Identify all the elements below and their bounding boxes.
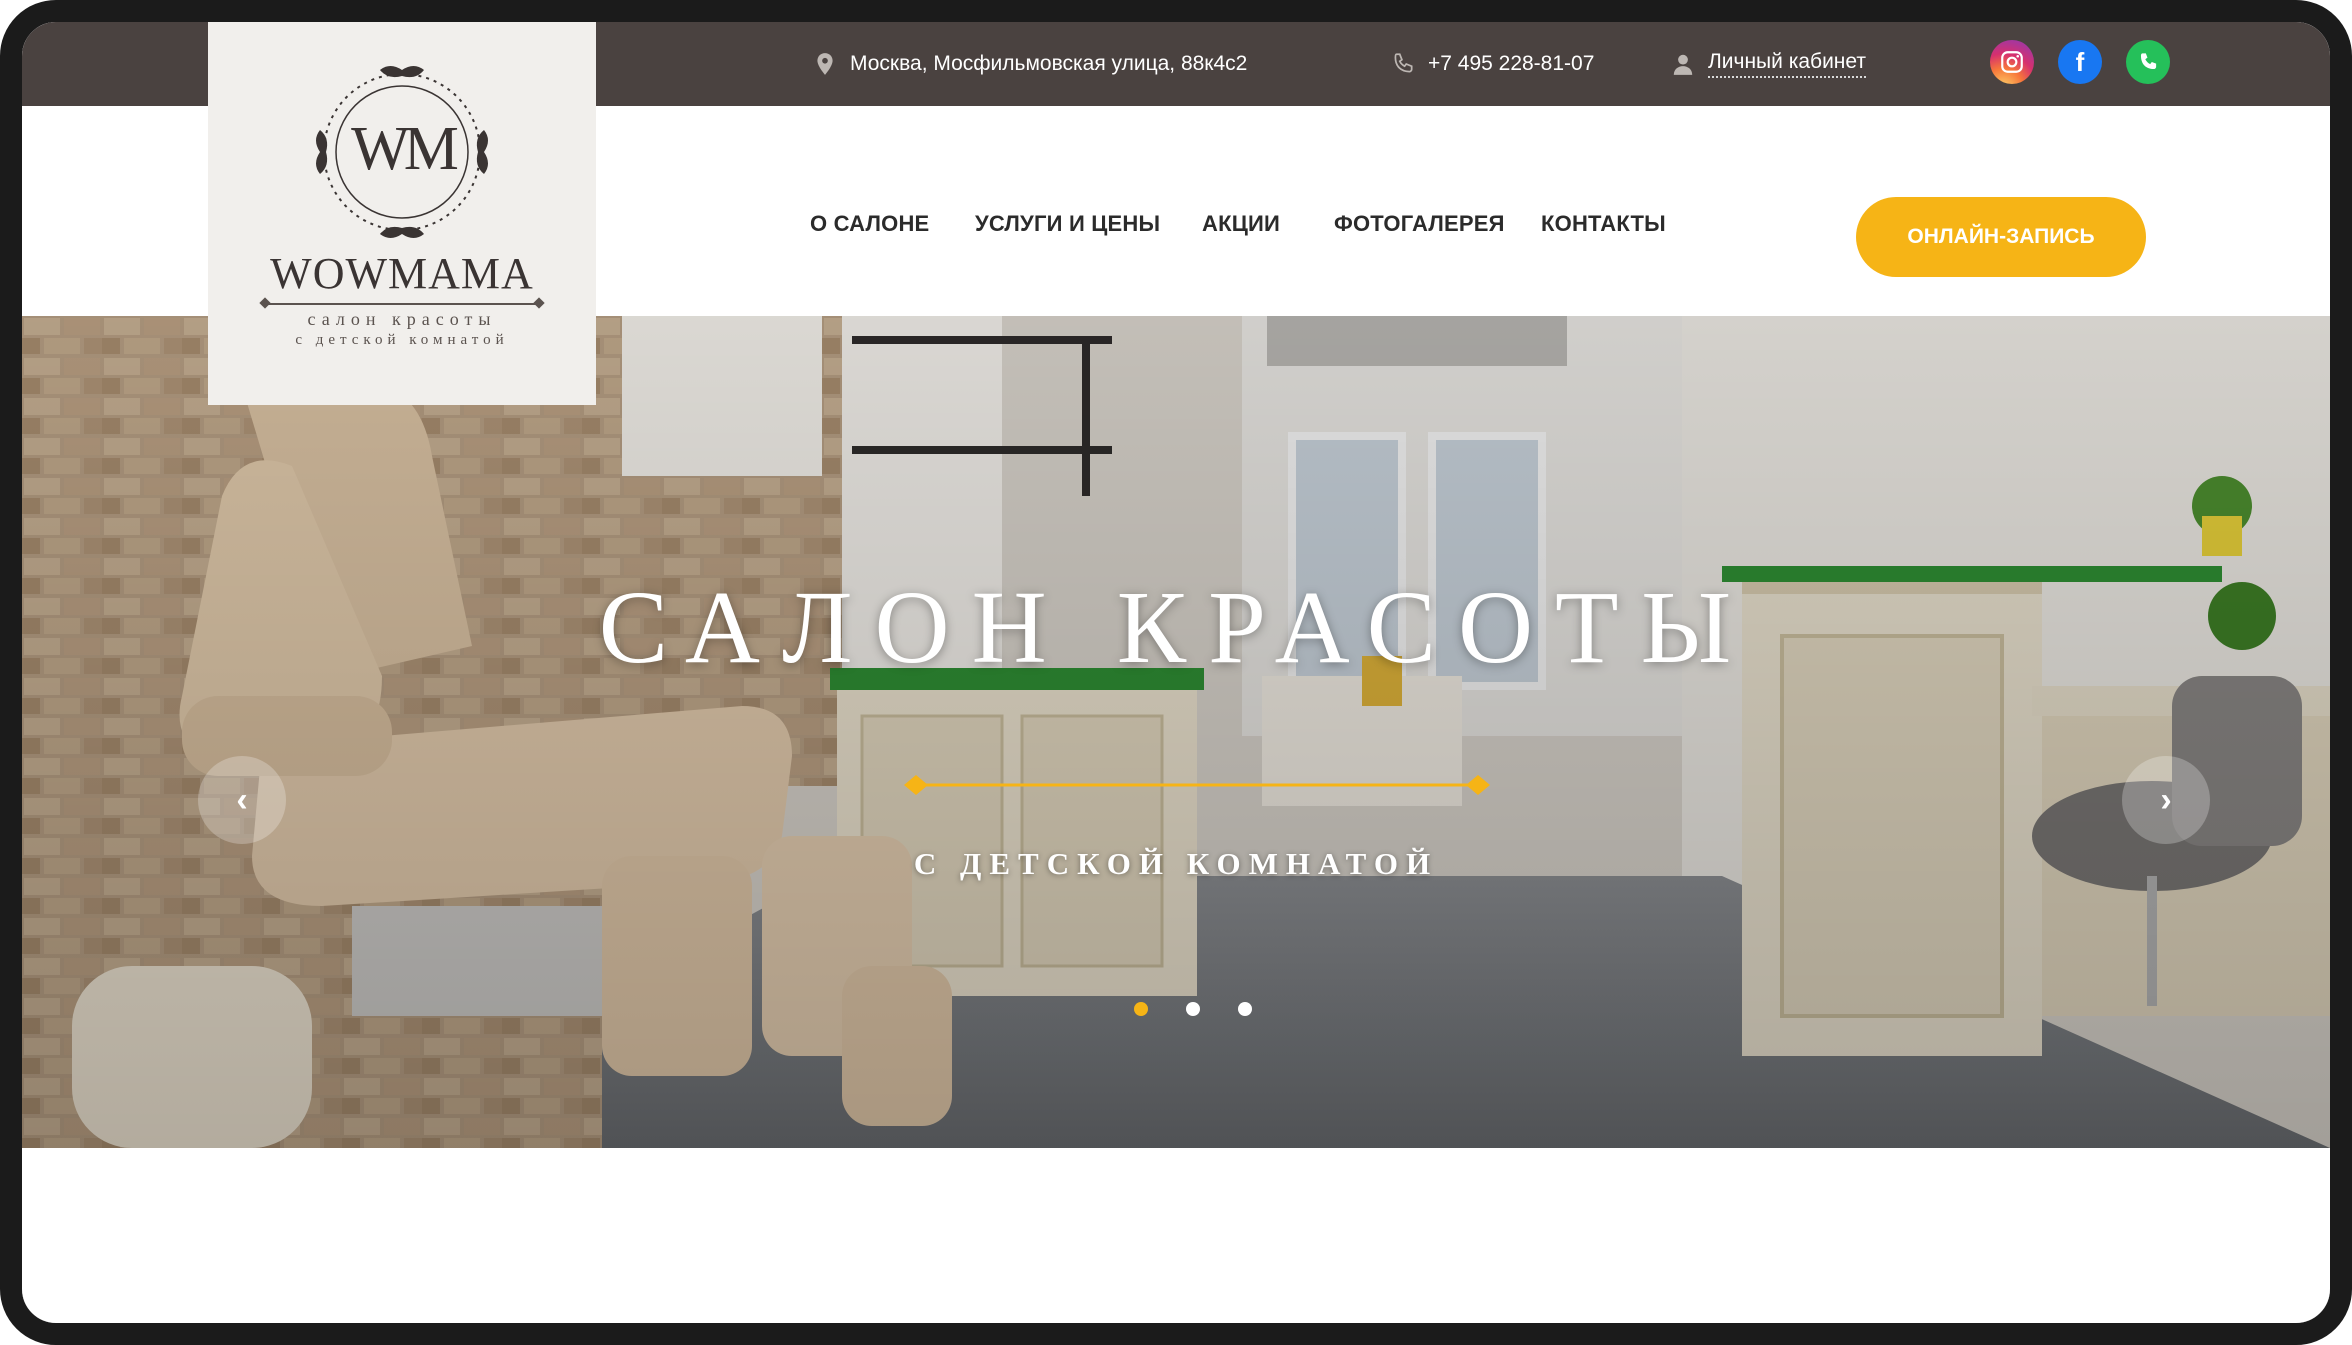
user-icon [1673, 54, 1693, 75]
online-booking-label: ОНЛАЙН-ЗАПИСЬ [1907, 225, 2095, 248]
phone-item[interactable]: +7 495 228-81-07 [1390, 22, 1594, 106]
chevron-right-icon: › [2160, 780, 2172, 819]
whatsapp-icon[interactable] [2126, 40, 2170, 84]
hero-photo [22, 316, 2330, 1148]
slider-dot-3[interactable] [1238, 1002, 1252, 1016]
hero-title: САЛОН КРАСОТЫ [598, 570, 1754, 685]
location-pin-icon [817, 53, 833, 75]
phone-text[interactable]: +7 495 228-81-07 [1428, 52, 1594, 76]
nav-item-promotions[interactable]: АКЦИИ [1202, 211, 1280, 237]
instagram-icon[interactable] [1990, 40, 2034, 84]
chevron-left-icon: ‹ [236, 780, 248, 819]
logo-monogram-emblem: WM [302, 52, 502, 252]
slider-dot-2[interactable] [1186, 1002, 1200, 1016]
address-item: Москва, Мосфильмовская улица, 88к4с2 [812, 22, 1247, 106]
ornament-divider [904, 775, 1490, 795]
logo-tagline-2: с детской комнатой [295, 332, 509, 348]
personal-cabinet-label[interactable]: Личный кабинет [1708, 50, 1866, 78]
whatsapp-glyph [2140, 53, 2157, 70]
logo-monogram: WM [351, 115, 459, 183]
nav-item-contacts[interactable]: КОНТАКТЫ [1541, 211, 1666, 237]
social-links: f [1990, 40, 2170, 84]
nav-item-about[interactable]: О САЛОНЕ [810, 211, 929, 237]
nav-item-gallery[interactable]: ФОТОГАЛЕРЕЯ [1334, 211, 1505, 237]
device-frame: Москва, Мосфильмовская улица, 88к4с2 +7 … [0, 0, 2352, 1345]
slider-next-button[interactable]: › [2122, 756, 2210, 844]
browser-viewport: Москва, Мосфильмовская улица, 88к4с2 +7 … [22, 22, 2330, 1323]
personal-cabinet-link[interactable]: Личный кабинет [1670, 22, 1866, 106]
phone-icon [1394, 53, 1413, 73]
facebook-icon[interactable]: f [2058, 40, 2102, 84]
online-booking-button[interactable]: ОНЛАЙН-ЗАПИСЬ [1856, 197, 2146, 277]
instagram-glyph [2001, 51, 2023, 73]
hero-subtitle: С ДЕТСКОЙ КОМНАТОЙ [913, 846, 1439, 881]
logo-tagline-1: салон красоты [307, 309, 497, 329]
logo-rule [267, 303, 537, 305]
facebook-glyph: f [2075, 46, 2085, 77]
logo-brand-name: WOWMAMA [270, 249, 534, 298]
hero-slider: САЛОН КРАСОТЫ С ДЕТСКОЙ КОМНАТОЙ ‹ › [22, 316, 2330, 1148]
slider-pagination [1134, 1002, 1252, 1016]
address-text: Москва, Мосфильмовская улица, 88к4с2 [850, 52, 1248, 75]
slider-dot-1[interactable] [1134, 1002, 1148, 1016]
slider-prev-button[interactable]: ‹ [198, 756, 286, 844]
site-logo[interactable]: WM WOWMAMA салон красоты с детской комна… [208, 22, 596, 405]
nav-item-services[interactable]: УСЛУГИ И ЦЕНЫ [975, 211, 1160, 237]
